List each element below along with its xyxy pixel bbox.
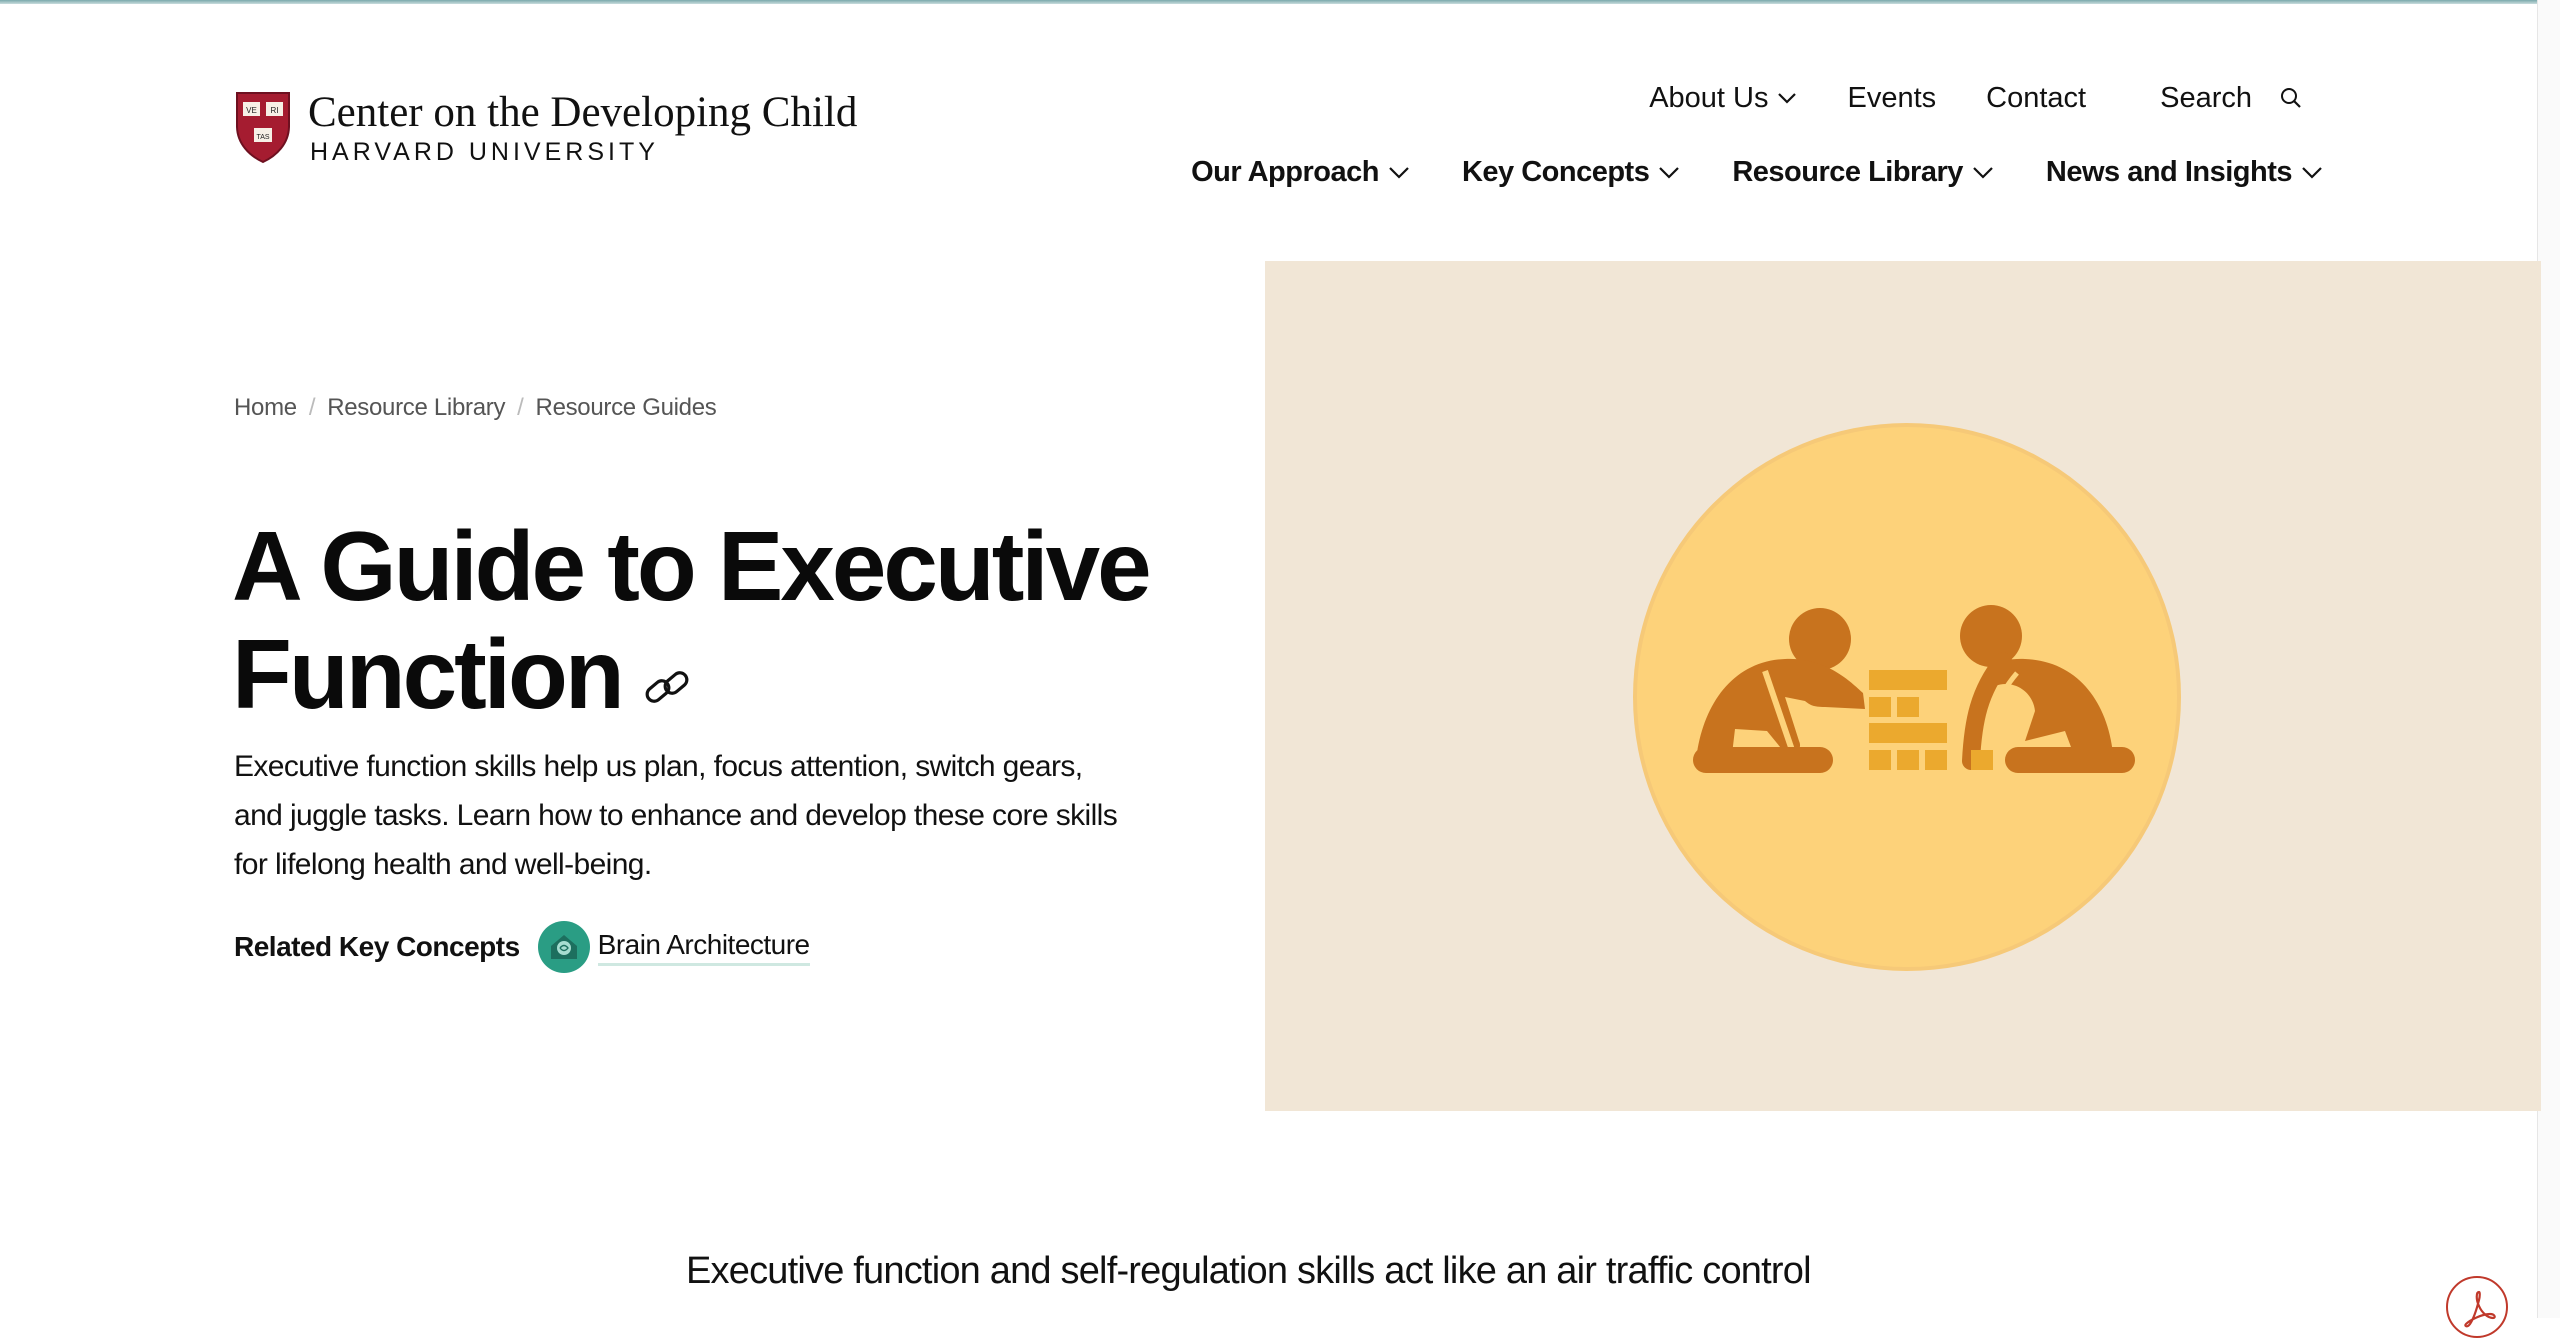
chevron-down-icon xyxy=(1389,167,1409,179)
utility-nav: About Us Events Contact Search xyxy=(1649,78,2302,118)
related-concept-label: Brain Architecture xyxy=(597,929,810,966)
shield-text-2: RI xyxy=(271,106,279,115)
related-label: Related Key Concepts xyxy=(234,931,520,962)
pdf-icon xyxy=(2464,1290,2496,1328)
org-name: Center on the Developing Child xyxy=(308,89,858,136)
breadcrumb-resource-library[interactable]: Resource Library xyxy=(327,394,505,422)
lead-paragraph: Executive function and self-regulation s… xyxy=(686,1242,1886,1300)
nav-key-concepts-label: Key Concepts xyxy=(1461,156,1650,188)
breadcrumb: Home / Resource Library / Resource Guide… xyxy=(234,394,717,422)
nav-news-and-insights[interactable]: News and Insights xyxy=(2046,156,2323,189)
nav-key-concepts[interactable]: Key Concepts xyxy=(1462,156,1680,189)
site-logo[interactable]: VE RI TAS Center on the Developing Child… xyxy=(234,90,857,167)
logo-wordmark: Center on the Developing Child HARVARD U… xyxy=(308,90,857,167)
lead-text: Executive function and self-regulation s… xyxy=(686,1250,1812,1292)
top-accent-rule xyxy=(0,0,2560,4)
nav-events-label: Events xyxy=(1847,81,1937,114)
nav-our-approach[interactable]: Our Approach xyxy=(1191,156,1410,189)
search-label: Search xyxy=(2160,81,2252,114)
breadcrumb-separator: / xyxy=(517,394,524,421)
nav-contact[interactable]: Contact xyxy=(1986,82,2086,115)
harvard-shield-icon: VE RI TAS xyxy=(236,92,290,164)
nav-contact-label: Contact xyxy=(1986,81,2087,114)
pdf-download-button[interactable] xyxy=(2446,1276,2508,1338)
nav-about-us-label: About Us xyxy=(1649,81,1769,114)
hero-illustration xyxy=(1265,261,2541,1111)
nav-news-and-insights-label: News and Insights xyxy=(2045,156,2293,188)
nav-our-approach-label: Our Approach xyxy=(1191,156,1379,188)
related-key-concepts: Related Key Concepts Brain Architecture xyxy=(234,921,810,973)
brain-architecture-icon xyxy=(537,921,590,973)
children-building-blocks-illustration xyxy=(1633,423,2181,971)
breadcrumb-resource-guides[interactable]: Resource Guides xyxy=(536,394,717,422)
link-icon[interactable] xyxy=(642,662,694,714)
chevron-down-icon xyxy=(2302,167,2322,179)
search-button[interactable]: Search xyxy=(2160,82,2302,115)
intro-text: Executive function skills help us plan, … xyxy=(234,750,1118,881)
shield-text-3: TAS xyxy=(256,134,269,141)
page-title-line2: Function xyxy=(232,619,625,729)
page-title-line1: A Guide to Executive xyxy=(232,511,1152,621)
breadcrumb-home[interactable]: Home xyxy=(234,394,297,422)
page-title: A Guide to Executive Function xyxy=(232,512,1212,728)
chevron-down-icon xyxy=(1659,167,1680,179)
main-nav: Our Approach Key Concepts Resource Libra… xyxy=(1191,156,2323,189)
university-name: HARVARD UNIVERSITY xyxy=(310,138,659,166)
nav-resource-library[interactable]: Resource Library xyxy=(1732,156,1994,189)
breadcrumb-separator: / xyxy=(308,394,316,421)
nav-about-us[interactable]: About Us xyxy=(1649,82,1797,115)
shield-text-1: VE xyxy=(246,106,257,115)
search-icon xyxy=(2281,88,2301,108)
chevron-down-icon xyxy=(1778,93,1797,104)
nav-resource-library-label: Resource Library xyxy=(1732,156,1963,188)
nav-events[interactable]: Events xyxy=(1847,82,1936,115)
related-concept-link[interactable]: Brain Architecture xyxy=(537,921,810,973)
chevron-down-icon xyxy=(1973,167,1993,179)
